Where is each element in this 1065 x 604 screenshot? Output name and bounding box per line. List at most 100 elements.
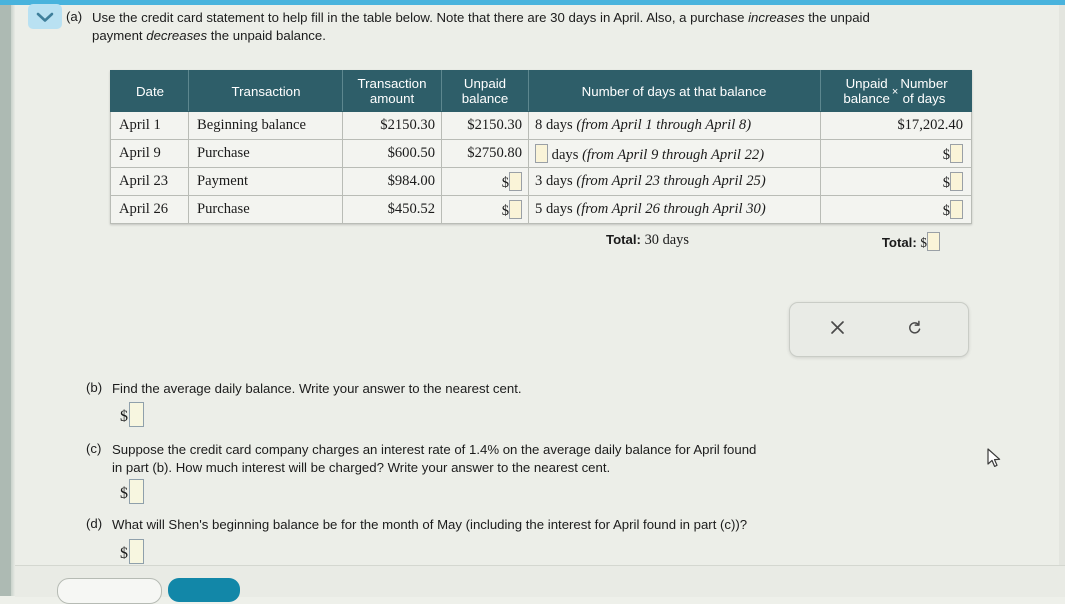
cell-unpaid-balance-dollar: $ [501, 202, 509, 219]
cell-date: April 26 [110, 195, 189, 224]
header-unpaid-balance-line1: Unpaid [463, 76, 507, 91]
part-c-text-line2: in part (b). How much interest will be c… [112, 459, 611, 475]
cell-balance-times-days-input[interactable] [950, 199, 963, 219]
cell-date: April 1 [110, 111, 189, 140]
header-product-right-line1: Number [900, 76, 948, 91]
header-date: Date [110, 70, 189, 112]
cell-unpaid-balance: $2150.30 [441, 111, 529, 140]
cell-balance-times-days: $ [820, 167, 972, 196]
cell-balance-times-days-dollar: $ [942, 202, 950, 219]
cell-unpaid-balance: $ [441, 195, 529, 224]
part-a-text-1: Use the credit card statement to help fi… [92, 10, 749, 25]
part-c-dollar-sign: $ [120, 485, 128, 502]
cell-number-of-days-word: days [548, 146, 583, 163]
cell-unpaid-balance-input[interactable] [509, 171, 522, 191]
total-days-value: 30 days [644, 232, 689, 248]
cell-transaction: Purchase [188, 195, 343, 224]
collapse-toggle[interactable] [28, 4, 62, 29]
undo-arrow-icon [907, 320, 923, 341]
answer-tools-panel [789, 302, 969, 357]
close-x-icon [830, 320, 845, 340]
cell-balance-times-days: $17,202.40 [820, 111, 972, 140]
cell-transaction: Purchase [188, 139, 343, 168]
table-row: April 1 Beginning balance $2150.30 $2150.30… [110, 111, 972, 140]
cell-number-of-days-range: (from April 1 through April 8) [576, 117, 752, 133]
undo-button[interactable] [902, 317, 928, 343]
part-a-text-2: the unpaid [804, 10, 870, 25]
part-c-text: Suppose the credit card company charges … [112, 441, 986, 476]
header-number-of-days: Number of days at that balance [528, 70, 821, 112]
total-days-label: Total: [606, 232, 641, 247]
clear-answers-button[interactable] [824, 317, 850, 343]
total-days: Total: 30 days [505, 232, 790, 249]
cell-balance-times-days-dollar: $ [942, 174, 950, 191]
part-a-text-4: the unpaid balance. [207, 27, 326, 43]
part-b-dollar-sign: $ [120, 408, 128, 425]
part-c-label: (c) [86, 441, 102, 456]
cell-transaction-amount: $600.50 [342, 139, 442, 168]
credit-card-table: Date Transaction Transaction amount Unpa… [110, 70, 972, 224]
cell-date: April 23 [110, 167, 189, 196]
part-a-label: (a) [66, 9, 83, 24]
cell-unpaid-balance-dollar: $ [501, 174, 509, 191]
cell-balance-times-days-dollar: $ [942, 146, 950, 163]
header-transaction-amount-line2: amount [369, 91, 415, 106]
cell-number-of-days-word: days [542, 117, 577, 133]
cell-number-of-days: 5 days (from April 26 through April 30) [528, 195, 821, 224]
footer-primary-button[interactable] [168, 578, 240, 602]
part-c-block: (c) Suppose the credit card company char… [86, 441, 986, 476]
part-b-label: (b) [86, 380, 103, 395]
cell-balance-times-days-input[interactable] [950, 143, 963, 163]
cell-unpaid-balance-input[interactable] [509, 199, 522, 219]
part-a-emphasis-increases: increases [748, 10, 805, 25]
footer-bar [15, 565, 1065, 604]
page-root: (a) Use the credit card statement to hel… [0, 0, 1065, 604]
part-d-answer: $ [120, 539, 144, 564]
cell-transaction-amount: $450.52 [342, 195, 442, 224]
part-a-text: Use the credit card statement to help fi… [92, 9, 1065, 44]
part-a-text-3: payment [92, 27, 147, 43]
header-product-left-line1: Unpaid [845, 76, 888, 91]
cell-number-of-days: days (from April 9 through April 22) [528, 139, 821, 168]
part-b-answer: $ [120, 402, 144, 427]
part-c-answer: $ [120, 479, 144, 504]
left-gutter [0, 0, 11, 596]
cell-date: April 9 [110, 139, 189, 168]
part-d-label: (d) [86, 516, 103, 531]
table-row: April 23 Payment $984.00 $3 days (from Apri… [110, 167, 972, 196]
header-transaction: Transaction [188, 70, 343, 112]
header-unpaid-balance: Unpaid balance [441, 70, 529, 112]
cell-number-of-days-word: days [542, 173, 577, 189]
cell-balance-times-days: $ [820, 195, 972, 224]
total-product-input[interactable] [927, 232, 940, 251]
cell-number-of-days: 8 days (from April 1 through April 8) [528, 111, 821, 140]
cell-number-of-days: 3 days (from April 23 through April 25) [528, 167, 821, 196]
cell-transaction: Payment [188, 167, 343, 196]
footer-secondary-button[interactable] [57, 578, 162, 604]
part-b-block: (b) Find the average daily balance. Writ… [86, 380, 986, 398]
right-edge [1059, 5, 1065, 565]
total-product-label: Total: [881, 235, 917, 250]
table-header-row: Date Transaction Transaction amount Unpa… [110, 70, 972, 112]
part-b-text: Find the average daily balance. Write yo… [112, 381, 522, 396]
part-d-input[interactable] [129, 539, 144, 564]
part-c-input[interactable] [129, 479, 144, 504]
cell-balance-times-days-input[interactable] [950, 171, 963, 191]
part-b-input[interactable] [129, 402, 144, 427]
total-product-prefix: $ [920, 235, 927, 250]
chevron-down-icon [36, 11, 54, 23]
cell-number-of-days-range: (from April 9 through April 22) [582, 146, 765, 163]
header-transaction-amount: Transaction amount [342, 70, 442, 112]
part-d-block: (d) What will Shen's beginning balance b… [86, 516, 1036, 534]
cell-number-of-days-input[interactable] [535, 143, 548, 163]
header-product-left-line2: balance [843, 91, 890, 106]
cell-transaction-amount: $2150.30 [342, 111, 442, 140]
cell-transaction-amount: $984.00 [342, 167, 442, 196]
header-unpaid-balance-line2: balance [461, 91, 509, 106]
total-product: Total: $ [792, 232, 940, 251]
header-balance-times-days: Unpaid balance × Number of days [820, 70, 972, 112]
cell-number-of-days-range: (from April 23 through April 25) [576, 173, 766, 189]
multiply-sign-icon: × [891, 85, 899, 98]
cell-transaction: Beginning balance [188, 111, 343, 140]
cell-unpaid-balance: $2750.80 [441, 139, 529, 168]
